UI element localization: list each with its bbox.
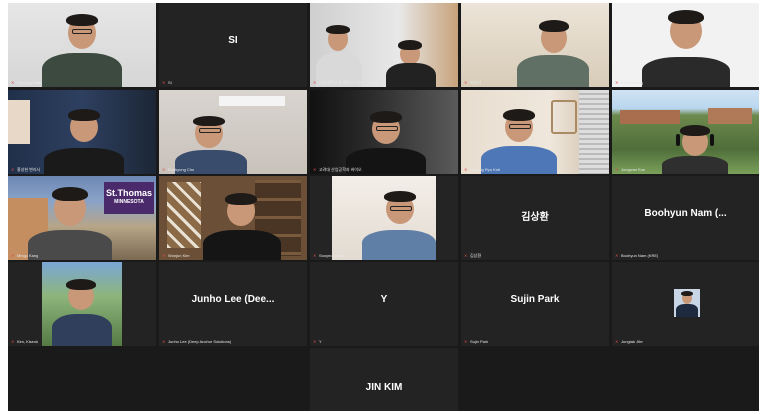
participant-name-caption: ✕ Hyeong Ryu Koh bbox=[464, 167, 501, 172]
participant-display-name: SI bbox=[228, 35, 238, 46]
participant-display-name: Y bbox=[380, 294, 388, 305]
participant-display-name: Sujin Park bbox=[510, 294, 560, 305]
participant-video bbox=[159, 176, 307, 260]
mic-muted-icon: ✕ bbox=[464, 339, 468, 344]
gallery-grid: ✕ Seonggu Bae SI ✕ SI ✕ 서울대학교 통계학과 이성은 서울대 bbox=[8, 3, 759, 411]
mic-muted-icon: ✕ bbox=[11, 80, 15, 85]
participant-tile[interactable]: ✕ Jungtak Jihn bbox=[612, 262, 759, 346]
participant-video bbox=[310, 3, 458, 87]
participant-tile[interactable]: ✕ Seonggu Bae bbox=[8, 3, 156, 87]
participant-tile[interactable]: ✕ Lee Kihoang bbox=[612, 3, 759, 87]
participant-display-name: 김상환 bbox=[521, 212, 549, 223]
mic-muted-icon: ✕ bbox=[162, 253, 166, 258]
participant-name-caption: ✕ Y bbox=[313, 339, 322, 344]
participant-display-name: Junho Lee (Dee... bbox=[191, 294, 275, 305]
participant-video bbox=[310, 176, 458, 260]
participant-tile[interactable]: ✕ 서울대학교 통계학과 이성은 서울대 bbox=[310, 3, 458, 87]
participant-name-caption: ✕ SI bbox=[162, 80, 172, 85]
participant-tile-active-speaker[interactable]: ✕ Wonjun Kim bbox=[159, 176, 307, 260]
mic-muted-icon: ✕ bbox=[162, 167, 166, 172]
mic-muted-icon: ✕ bbox=[464, 80, 468, 85]
participant-video bbox=[461, 3, 609, 87]
participant-tile[interactable]: ✕ Jongwan Eun bbox=[612, 90, 759, 174]
participant-display-name: JIN KIM bbox=[365, 382, 403, 393]
participant-tile[interactable]: 김상환 ✕ 김상환 bbox=[461, 176, 609, 260]
participant-video bbox=[8, 262, 156, 346]
participant-tile[interactable]: JIN KIM bbox=[310, 348, 458, 411]
participant-name-caption: ✕ Junho Lee (Deep Anchor Solutions) bbox=[162, 339, 232, 344]
mic-muted-icon: ✕ bbox=[313, 80, 317, 85]
mic-muted-icon: ✕ bbox=[11, 339, 15, 344]
participant-tile[interactable]: Sujin Park ✕ Sujin Park bbox=[461, 262, 609, 346]
participant-tile[interactable]: ✕ Kim, Kiseok bbox=[8, 262, 156, 346]
participant-video bbox=[310, 90, 458, 174]
participant-video bbox=[159, 90, 307, 174]
participant-tile[interactable]: ✕ Sooyeon Nam bbox=[310, 176, 458, 260]
mic-muted-icon: ✕ bbox=[162, 80, 166, 85]
participant-tile[interactable]: ✕ 고려대 산업공학과 바이오 bbox=[310, 90, 458, 174]
participant-video bbox=[8, 3, 156, 87]
participant-tile[interactable]: Boohyun Nam (... ✕ Boohyun Nam (KRE) bbox=[612, 176, 759, 260]
participant-tile[interactable]: SI ✕ SI bbox=[159, 3, 307, 87]
participant-name-caption: ✕ 홍성헌 변리사 bbox=[11, 167, 41, 172]
sign-title: St.Thomas bbox=[105, 188, 152, 198]
mic-muted-icon: ✕ bbox=[464, 167, 468, 172]
st-thomas-sign: St.Thomas MINNESOTA bbox=[104, 182, 154, 214]
participant-video bbox=[8, 90, 156, 174]
mic-muted-icon: ✕ bbox=[11, 253, 15, 258]
profile-photo bbox=[674, 289, 700, 317]
mic-muted-icon: ✕ bbox=[313, 167, 317, 172]
participant-name-caption: ✕ Jungtak Jihn bbox=[615, 339, 644, 344]
mic-muted-icon: ✕ bbox=[615, 80, 619, 85]
participant-name-caption: ✕ Eunkyung Cho bbox=[162, 167, 195, 172]
participant-tile[interactable]: ✕ Eunkyung Cho bbox=[159, 90, 307, 174]
participant-tile[interactable]: St.Thomas MINNESOTA ✕ Mingu Kang bbox=[8, 176, 156, 260]
mic-muted-icon: ✕ bbox=[162, 339, 166, 344]
participant-name-caption: ✕ Sooyeon Nam bbox=[313, 253, 345, 258]
participant-video: St.Thomas MINNESOTA bbox=[8, 176, 156, 260]
participant-video bbox=[612, 3, 759, 87]
participant-display-name: Boohyun Nam (... bbox=[644, 208, 727, 219]
participant-tile[interactable]: ✕ Hyeong Ryu Koh bbox=[461, 90, 609, 174]
mic-muted-icon: ✕ bbox=[313, 339, 317, 344]
participant-tile[interactable]: Y ✕ Y bbox=[310, 262, 458, 346]
participant-tile[interactable]: ✕ 홍성헌 변리사 bbox=[8, 90, 156, 174]
participant-tile[interactable]: Junho Lee (Dee... ✕ Junho Lee (Deep Ancho… bbox=[159, 262, 307, 346]
participant-name-caption: ✕ 최원지 bbox=[464, 80, 482, 85]
mic-muted-icon: ✕ bbox=[615, 339, 619, 344]
participant-name-caption: ✕ Boohyun Nam (KRE) bbox=[615, 253, 659, 258]
participant-name-caption: ✕ Mingu Kang bbox=[11, 253, 39, 258]
sign-subtitle: MINNESOTA bbox=[114, 199, 144, 205]
mic-muted-icon: ✕ bbox=[615, 253, 619, 258]
mic-muted-icon: ✕ bbox=[615, 167, 619, 172]
participant-name-caption: ✕ 서울대학교 통계학과 이성은 서울대 bbox=[313, 80, 378, 85]
participant-name-caption: ✕ Sujin Park bbox=[464, 339, 489, 344]
participant-name-caption: ✕ Lee Kihoang bbox=[615, 80, 644, 85]
participant-video bbox=[461, 90, 609, 174]
participant-name-caption: ✕ Wonjun Kim bbox=[162, 253, 190, 258]
participant-tile[interactable]: ✕ 최원지 bbox=[461, 3, 609, 87]
mic-muted-icon: ✕ bbox=[11, 167, 15, 172]
participant-name-caption: ✕ 김상환 bbox=[464, 253, 482, 258]
participant-name-caption: ✕ Seonggu Bae bbox=[11, 80, 42, 85]
participant-name-caption: ✕ 고려대 산업공학과 바이오 bbox=[313, 167, 362, 172]
mic-muted-icon: ✕ bbox=[464, 253, 468, 258]
participant-name-caption: ✕ Jongwan Eun bbox=[615, 167, 646, 172]
participant-name-caption: ✕ Kim, Kiseok bbox=[11, 339, 39, 344]
mic-muted-icon: ✕ bbox=[313, 253, 317, 258]
participant-video bbox=[612, 90, 759, 174]
meeting-window: ✕ Seonggu Bae SI ✕ SI ✕ 서울대학교 통계학과 이성은 서울대 bbox=[0, 0, 765, 414]
